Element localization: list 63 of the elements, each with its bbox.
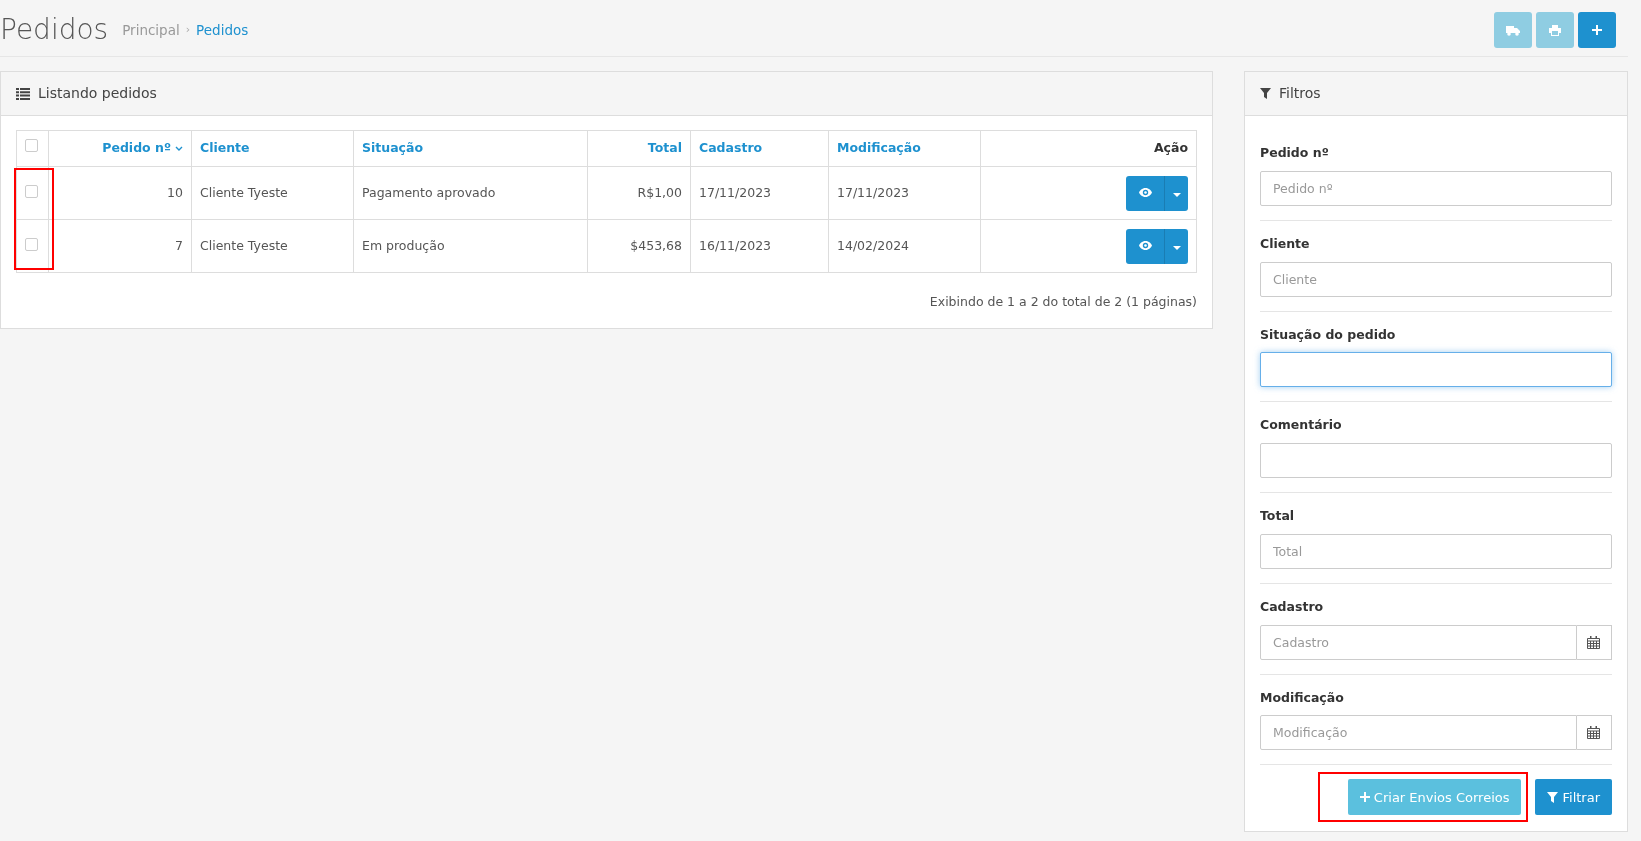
table-cell: 17/11/2023 (699, 184, 772, 200)
row-checkbox[interactable] (25, 185, 38, 198)
table-cell: $453,68 (630, 237, 682, 253)
filter-icon (1260, 88, 1271, 99)
date-field[interactable]: Modificação (1260, 715, 1577, 751)
caret-icon (1172, 245, 1181, 250)
filter-button[interactable]: Filtrar (1535, 779, 1612, 816)
eye-icon (1138, 187, 1152, 197)
field-label: Modificação (1260, 688, 1345, 707)
pagination-summary: Exibindo de 1 a 2 do total de 2 (1 páginas) (929, 294, 1197, 309)
input-field[interactable]: Total (1260, 533, 1612, 569)
select-field[interactable] (1260, 352, 1612, 388)
table-cell: Cliente Tyeste (200, 184, 288, 200)
list-icon (16, 87, 30, 100)
field-label: Comentário (1260, 416, 1343, 435)
table-cell: 16/11/2023 (699, 237, 772, 253)
create-shipments-button[interactable]: Criar Envios Correios (1347, 779, 1522, 816)
select-field[interactable] (1260, 443, 1612, 478)
field-label: Total (1260, 507, 1296, 525)
printer-icon (1549, 24, 1561, 36)
column-header[interactable]: Cliente (200, 140, 250, 156)
date-field[interactable]: Cadastro (1260, 624, 1577, 660)
column-header[interactable]: Cadastro (699, 140, 763, 156)
column-header[interactable]: Total (647, 140, 682, 156)
page-title: Pedidos (0, 13, 109, 47)
plus-icon (1592, 25, 1602, 35)
table-cell: 10 (167, 184, 183, 200)
calendar-icon (1587, 726, 1601, 740)
eye-icon (1138, 240, 1152, 250)
panel-title: Listando pedidos (38, 84, 157, 103)
select-all-checkbox[interactable] (25, 139, 38, 153)
dropdown-button[interactable] (1164, 175, 1188, 211)
column-header[interactable]: Situação (362, 140, 424, 156)
field-label: Situação do pedido (1260, 325, 1397, 344)
view-button[interactable] (1126, 228, 1164, 264)
table-cell: R$1,00 (637, 184, 682, 200)
column-header: Ação (1153, 140, 1188, 156)
breadcrumb-link[interactable]: Principal (122, 19, 180, 41)
field-label: Cliente (1260, 234, 1311, 253)
table-cell: 7 (175, 237, 183, 253)
table-cell: 17/11/2023 (837, 184, 910, 200)
input-field[interactable]: Cliente (1260, 261, 1612, 297)
table-cell: Em produção (362, 237, 445, 253)
calendar-button[interactable] (1576, 624, 1612, 660)
field-label: Pedido nº (1260, 144, 1330, 162)
breadcrumb-link[interactable]: Pedidos (196, 19, 249, 41)
view-button[interactable] (1126, 175, 1164, 211)
calendar-icon (1587, 635, 1601, 649)
add-button[interactable] (1578, 12, 1616, 48)
panel-title: Filtros (1279, 84, 1321, 103)
filter-icon (1547, 791, 1559, 803)
field-label: Cadastro (1260, 597, 1325, 616)
table-cell: 14/02/2024 (837, 237, 910, 253)
truck-icon (1506, 24, 1520, 36)
table-cell: Cliente Tyeste (200, 237, 288, 253)
dropdown-button[interactable] (1164, 228, 1188, 264)
input-field[interactable]: Pedido nº (1260, 170, 1612, 206)
caret-icon (1172, 192, 1181, 197)
breadcrumb-separator: › (185, 21, 191, 38)
table-cell: Pagamento aprovado (362, 184, 496, 200)
row-checkbox[interactable] (25, 238, 38, 251)
calendar-button[interactable] (1576, 715, 1612, 751)
plus-icon (1359, 792, 1370, 803)
